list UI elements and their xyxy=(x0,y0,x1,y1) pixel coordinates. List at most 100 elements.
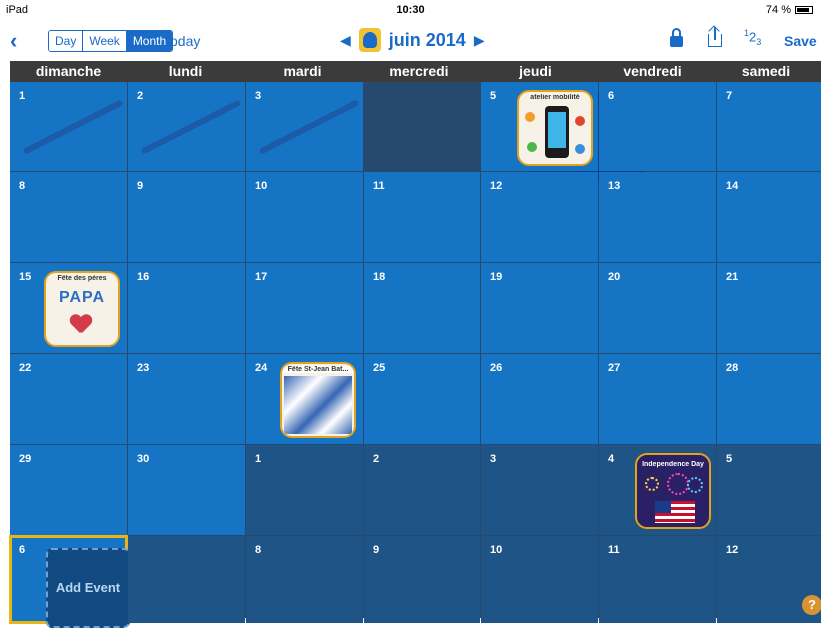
day-number: 5 xyxy=(726,453,733,465)
day-number: 25 xyxy=(373,362,386,374)
app-icon xyxy=(525,112,535,122)
day-cell-selected[interactable]: 6 Add Event xyxy=(9,535,130,628)
day-cell[interactable]: 19 xyxy=(481,263,598,353)
day-number: 19 xyxy=(490,271,503,283)
day-cell[interactable]: 18 xyxy=(364,263,480,353)
day-number: 20 xyxy=(608,271,621,283)
day-number: 18 xyxy=(373,271,386,283)
firework-icon xyxy=(667,473,689,495)
day-cell[interactable]: 13 xyxy=(599,172,716,262)
day-number: 10 xyxy=(490,544,503,556)
app-icon xyxy=(575,116,585,126)
day-cell[interactable]: 16 xyxy=(128,263,245,353)
day-number: 3 xyxy=(490,453,497,465)
event-independence-day[interactable]: Independence Day xyxy=(635,453,711,529)
day-cell[interactable]: 27 xyxy=(599,354,716,444)
day-cell[interactable]: 29 xyxy=(10,445,127,535)
day-cell-next-month[interactable]: 3 xyxy=(481,445,598,535)
prev-month-arrow-icon[interactable]: ◀ xyxy=(340,32,351,49)
phone-icon xyxy=(545,106,569,158)
day-cell[interactable]: 20 xyxy=(599,263,716,353)
event-title: atelier mobilité xyxy=(530,94,580,101)
day-cell[interactable]: 15 Fête des pères PAPA xyxy=(10,263,127,353)
event-fete-st-jean[interactable]: Fête St-Jean Bat... xyxy=(280,362,356,438)
day-cell[interactable]: 25 xyxy=(364,354,480,444)
day-cell-next-month[interactable]: 1 xyxy=(246,445,363,535)
day-cell[interactable]: 17 xyxy=(246,263,363,353)
mascot-icon xyxy=(358,28,381,52)
weekday-label: dimanche xyxy=(35,63,102,79)
month-title: juin 2014 xyxy=(388,29,466,50)
heart-icon xyxy=(70,315,92,333)
day-cell[interactable]: 7 xyxy=(717,82,821,171)
month-grid: 1 2 3 4 5 atelier mobilité 6 7 8 9 10 11… xyxy=(9,82,821,628)
firework-icon xyxy=(645,477,659,491)
day-cell[interactable]: 28 xyxy=(717,354,821,444)
weekday-label: lundi xyxy=(168,63,203,79)
day-number: 29 xyxy=(19,453,32,465)
day-number: 3 xyxy=(255,90,262,102)
view-day-button[interactable]: Day xyxy=(49,31,84,51)
crossed-out-mark xyxy=(258,99,360,155)
day-number: 4 xyxy=(608,453,615,465)
us-flag-icon xyxy=(655,501,695,523)
day-cell[interactable]: 22 xyxy=(10,354,127,444)
day-number: 2 xyxy=(373,453,380,465)
day-cell[interactable]: 10 xyxy=(246,172,363,262)
day-number: 27 xyxy=(608,362,621,374)
day-cell[interactable]: 1 xyxy=(10,82,127,171)
quebec-flags-image xyxy=(284,376,352,434)
app-icon xyxy=(527,142,537,152)
day-cell-next-month[interactable]: 5 xyxy=(717,445,821,535)
day-cell[interactable]: 9 xyxy=(128,172,245,262)
lock-icon[interactable] xyxy=(670,28,684,47)
next-month-arrow-icon[interactable]: ▶ xyxy=(474,32,485,49)
day-number: 26 xyxy=(490,362,503,374)
day-cell[interactable]: 11 xyxy=(364,172,480,262)
day-cell-next-month[interactable]: 11 xyxy=(599,536,716,623)
day-cell[interactable]: 5 atelier mobilité xyxy=(481,82,598,171)
day-cell[interactable]: 30 xyxy=(128,445,245,535)
day-cell-next-month[interactable]: 2 xyxy=(364,445,480,535)
day-cell[interactable]: 8 xyxy=(10,172,127,262)
view-week-button[interactable]: Week xyxy=(83,31,127,51)
weekday-label: vendredi xyxy=(623,63,682,79)
day-number: 11 xyxy=(608,544,620,556)
day-cell-next-month[interactable]: 10 xyxy=(481,536,598,623)
day-cell[interactable]: 24 Fête St-Jean Bat... xyxy=(246,354,363,444)
day-number: 30 xyxy=(137,453,150,465)
day-number: 21 xyxy=(726,271,739,283)
day-cell-next-month[interactable]: 8 xyxy=(246,536,363,623)
firework-icon xyxy=(687,477,703,493)
today-button[interactable]: Today xyxy=(163,33,200,49)
number-format-button[interactable]: 123 xyxy=(744,28,761,47)
month-navigator: ◀ juin 2014 ▶ xyxy=(340,28,485,52)
back-chevron-icon[interactable]: ‹ xyxy=(10,28,17,54)
day-cell[interactable]: 6 xyxy=(599,82,716,171)
event-atelier-mobilite[interactable]: atelier mobilité xyxy=(517,90,593,166)
save-button[interactable]: Save xyxy=(784,33,817,49)
day-number: 10 xyxy=(255,180,268,192)
add-event-button[interactable]: Add Event xyxy=(46,548,130,628)
share-icon[interactable] xyxy=(706,25,724,48)
papa-text: PAPA xyxy=(58,289,106,306)
day-cell[interactable]: 14 xyxy=(717,172,821,262)
day-number: 16 xyxy=(137,271,150,283)
day-cell[interactable]: 2 xyxy=(128,82,245,171)
day-cell-next-month[interactable]: 9 xyxy=(364,536,480,623)
event-fete-des-peres[interactable]: Fête des pères PAPA xyxy=(44,271,120,347)
day-cell[interactable]: 21 xyxy=(717,263,821,353)
day-number: 8 xyxy=(19,180,26,192)
day-number: 12 xyxy=(726,544,739,556)
day-cell[interactable]: 23 xyxy=(128,354,245,444)
day-cell[interactable]: 26 xyxy=(481,354,598,444)
day-cell[interactable]: 12 xyxy=(481,172,598,262)
day-cell[interactable]: 3 xyxy=(246,82,363,171)
day-number: 24 xyxy=(255,362,268,374)
clock: 10:30 xyxy=(396,4,425,16)
help-button[interactable]: ? xyxy=(802,595,821,615)
view-segmented-control: Day Week Month xyxy=(48,30,174,52)
day-cell-next-month[interactable]: 4 Independence Day xyxy=(599,445,716,535)
day-cell-next-month[interactable] xyxy=(128,536,245,623)
weekday-label: mardi xyxy=(283,63,322,79)
